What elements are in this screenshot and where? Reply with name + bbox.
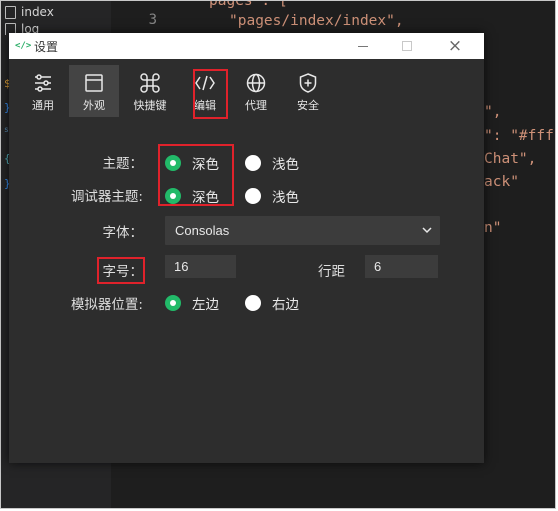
minimize-icon [358, 45, 368, 47]
simulator-left-radio[interactable]: 左边 [165, 293, 219, 313]
font-size-label: 字号： [102, 264, 144, 280]
tab-label: 安全 [297, 99, 319, 112]
tab-label: 编辑 [194, 99, 216, 112]
code-line: pages": [ [209, 0, 288, 9]
radio-label: 左边 [192, 297, 219, 313]
code-line: n" [484, 220, 502, 236]
file-icon [5, 5, 16, 19]
file-item-index[interactable]: index [5, 2, 54, 22]
tab-security[interactable]: 安全 [283, 65, 333, 117]
window-icon [85, 74, 103, 92]
radio-label: 浅色 [272, 157, 299, 173]
radio-label: 浅色 [272, 190, 299, 206]
settings-content: 主题： 深色 浅色 调试器主题: 深色 浅色 字体： Consolas 字号： [9, 119, 484, 463]
command-icon [140, 73, 160, 93]
close-button[interactable]: × [433, 33, 477, 59]
radio-checked-icon [165, 188, 181, 204]
window-title: 设置 [34, 40, 59, 54]
tab-proxy[interactable]: 代理 [231, 65, 281, 117]
tab-label: 快捷键 [133, 99, 167, 112]
code-line: Chat", [484, 151, 537, 167]
radio-checked-icon [165, 155, 181, 171]
tab-shortcuts[interactable]: 快捷键 [125, 65, 175, 117]
tab-label: 外观 [83, 99, 105, 112]
maximize-icon [402, 41, 412, 51]
settings-dialog: </> 设置 × 通用 外观 快捷键 编辑 代理 安全 主题： 深色 浅色 调试… [9, 33, 484, 463]
file-item-label: index [21, 5, 54, 19]
radio-label: 右边 [272, 297, 299, 313]
sliders-icon [35, 74, 51, 92]
line-height-label: 行距 [318, 264, 345, 280]
radio-label: 深色 [192, 190, 219, 206]
theme-label: 主题： [102, 156, 144, 172]
font-select[interactable]: Consolas [165, 216, 440, 245]
theme-dark-radio[interactable]: 深色 [165, 153, 219, 173]
close-icon: × [447, 36, 463, 56]
globe-icon [246, 73, 266, 93]
shield-icon [299, 73, 317, 93]
tab-appearance[interactable]: 外观 [69, 65, 119, 117]
app-logo-icon: </> [15, 41, 32, 51]
radio-checked-icon [165, 295, 181, 311]
maximize-button[interactable] [385, 33, 429, 59]
tab-label: 通用 [32, 99, 54, 112]
code-line: "pages/index/index", [229, 13, 404, 29]
tab-general[interactable]: 通用 [18, 65, 68, 117]
line-number: 3 [148, 12, 157, 28]
title-bar[interactable]: </> 设置 × [9, 33, 484, 59]
chevron-down-icon [422, 227, 432, 234]
simulator-position-label: 模拟器位置: [70, 297, 143, 313]
minimize-button[interactable] [341, 33, 385, 59]
theme-light-radio[interactable]: 浅色 [245, 153, 299, 173]
settings-tab-bar: 通用 外观 快捷键 编辑 代理 安全 [9, 59, 484, 119]
debugger-theme-light-radio[interactable]: 浅色 [245, 186, 299, 206]
font-select-value: Consolas [175, 223, 230, 238]
line-height-input[interactable]: 6 [365, 255, 438, 278]
radio-unchecked-icon [245, 295, 261, 311]
font-label: 字体： [102, 225, 144, 241]
radio-unchecked-icon [245, 188, 261, 204]
simulator-right-radio[interactable]: 右边 [245, 293, 299, 313]
radio-label: 深色 [192, 157, 219, 173]
tab-editor[interactable]: 编辑 [180, 65, 230, 117]
tab-label: 代理 [245, 99, 267, 112]
debugger-theme-dark-radio[interactable]: 深色 [165, 186, 219, 206]
debugger-theme-label: 调试器主题: [70, 189, 143, 205]
code-line: ": "#fff [484, 128, 554, 144]
code-line: ack" [484, 174, 519, 190]
radio-unchecked-icon [245, 155, 261, 171]
code-icon [195, 75, 215, 91]
code-line: ", [484, 104, 502, 120]
